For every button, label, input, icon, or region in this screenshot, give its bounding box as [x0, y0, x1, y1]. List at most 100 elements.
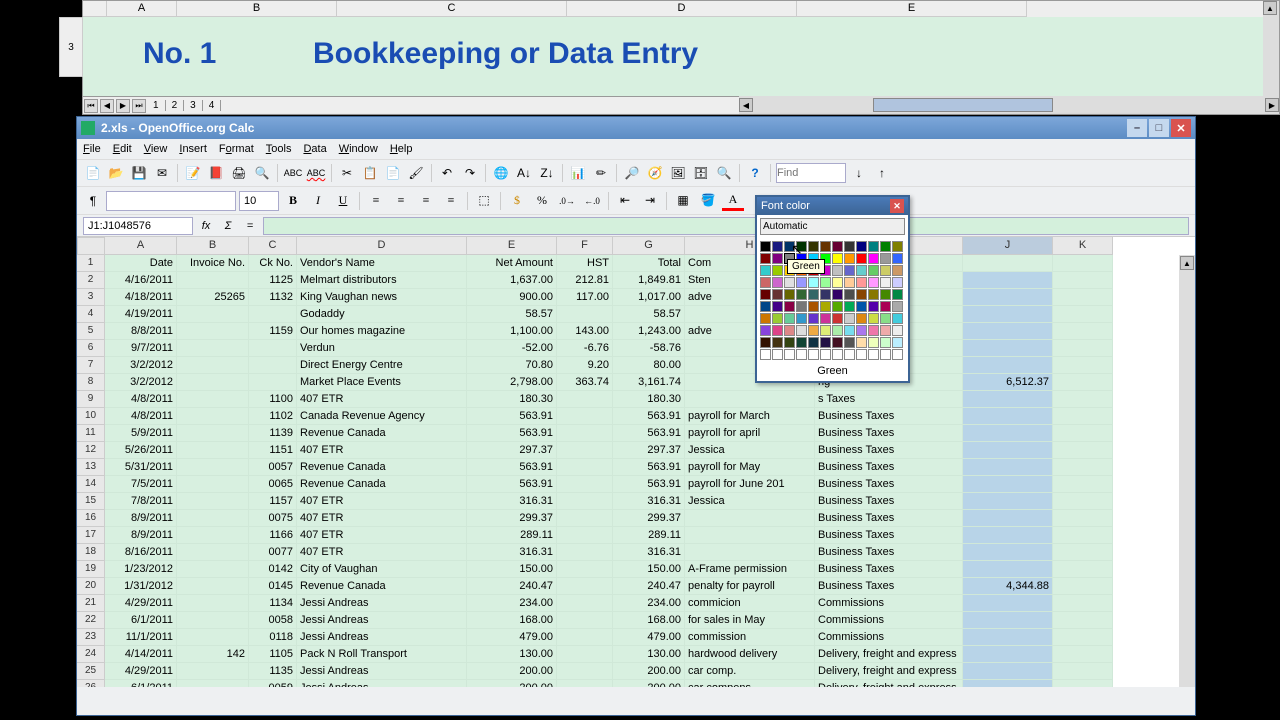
cell[interactable]: 0065: [249, 476, 297, 493]
color-swatch[interactable]: [892, 253, 903, 264]
color-swatch[interactable]: [880, 301, 891, 312]
color-swatch[interactable]: [832, 277, 843, 288]
cell[interactable]: [557, 527, 613, 544]
spellcheck-icon[interactable]: ABC: [283, 163, 303, 183]
cell[interactable]: [1053, 357, 1113, 374]
cell[interactable]: [1053, 476, 1113, 493]
cell[interactable]: 1,637.00: [467, 272, 557, 289]
sum-icon[interactable]: Σ: [219, 217, 237, 235]
color-swatch[interactable]: [796, 325, 807, 336]
row-header-9[interactable]: 9: [77, 391, 105, 408]
cell[interactable]: [963, 680, 1053, 687]
cell[interactable]: 289.11: [467, 527, 557, 544]
cell[interactable]: Jessi Andreas: [297, 595, 467, 612]
cell[interactable]: [963, 272, 1053, 289]
cell[interactable]: Business Taxes: [815, 493, 963, 510]
cell[interactable]: 11/1/2011: [105, 629, 177, 646]
cell[interactable]: 407 ETR: [297, 544, 467, 561]
color-swatch[interactable]: [772, 265, 783, 276]
cell[interactable]: 299.37: [467, 510, 557, 527]
cell[interactable]: 2,798.00: [467, 374, 557, 391]
styles-icon[interactable]: ¶: [83, 191, 103, 211]
print-preview-icon[interactable]: 🔍: [252, 163, 272, 183]
tab-nav-next-icon[interactable]: ▶: [116, 99, 130, 113]
color-swatch[interactable]: [796, 313, 807, 324]
cell[interactable]: [557, 544, 613, 561]
color-swatch[interactable]: [832, 313, 843, 324]
cell[interactable]: Revenue Canada: [297, 476, 467, 493]
header-cell[interactable]: [963, 255, 1053, 272]
column-header-A[interactable]: A: [105, 237, 177, 255]
cell[interactable]: 168.00: [613, 612, 685, 629]
color-swatch[interactable]: [880, 241, 891, 252]
cell[interactable]: [1053, 323, 1113, 340]
row-header-15[interactable]: 15: [77, 493, 105, 510]
cell[interactable]: [685, 527, 815, 544]
header-cell[interactable]: HST: [557, 255, 613, 272]
align-left-icon[interactable]: ≡: [365, 191, 387, 211]
cell[interactable]: [1053, 493, 1113, 510]
cell[interactable]: Commissions: [815, 629, 963, 646]
cell[interactable]: 9/7/2011: [105, 340, 177, 357]
align-center-icon[interactable]: ≡: [390, 191, 412, 211]
color-swatch[interactable]: [808, 337, 819, 348]
color-picker-titlebar[interactable]: Font color ✕: [757, 197, 908, 215]
cell[interactable]: 1134: [249, 595, 297, 612]
cell[interactable]: 563.91: [467, 476, 557, 493]
cell[interactable]: Market Place Events: [297, 374, 467, 391]
equals-icon[interactable]: =: [241, 217, 259, 235]
cell[interactable]: [1053, 612, 1113, 629]
cell[interactable]: 0058: [249, 612, 297, 629]
font-name-combo[interactable]: [106, 191, 236, 211]
cell[interactable]: [963, 391, 1053, 408]
cell[interactable]: Revenue Canada: [297, 425, 467, 442]
cell[interactable]: [685, 544, 815, 561]
color-swatch[interactable]: [808, 349, 819, 360]
menu-insert[interactable]: Insert: [179, 143, 207, 155]
color-swatch[interactable]: [856, 349, 867, 360]
cell[interactable]: [177, 578, 249, 595]
color-swatch[interactable]: [856, 301, 867, 312]
cell[interactable]: 407 ETR: [297, 527, 467, 544]
name-box[interactable]: [83, 217, 193, 235]
cell[interactable]: [963, 663, 1053, 680]
cell[interactable]: 4/19/2011: [105, 306, 177, 323]
find-replace-icon[interactable]: 🔎: [622, 163, 642, 183]
cell[interactable]: Jessi Andreas: [297, 680, 467, 687]
cell[interactable]: 7/5/2011: [105, 476, 177, 493]
header-cell[interactable]: Date: [105, 255, 177, 272]
color-swatch[interactable]: [892, 349, 903, 360]
header-cell[interactable]: Net Amount: [467, 255, 557, 272]
row-header-8[interactable]: 8: [77, 374, 105, 391]
italic-button[interactable]: I: [307, 191, 329, 211]
color-swatch[interactable]: [772, 349, 783, 360]
cell[interactable]: [963, 493, 1053, 510]
color-swatch[interactable]: [832, 253, 843, 264]
cell[interactable]: [557, 629, 613, 646]
color-swatch[interactable]: [808, 289, 819, 300]
cell[interactable]: 234.00: [613, 595, 685, 612]
cell[interactable]: [1053, 629, 1113, 646]
cell[interactable]: Jessi Andreas: [297, 629, 467, 646]
cell[interactable]: [963, 527, 1053, 544]
color-swatch[interactable]: [760, 277, 771, 288]
color-swatch[interactable]: [808, 241, 819, 252]
color-swatch[interactable]: [892, 337, 903, 348]
function-wizard-icon[interactable]: fx: [197, 217, 215, 235]
column-header-K[interactable]: K: [1053, 237, 1113, 255]
gallery-icon[interactable]: 🖼: [668, 163, 688, 183]
cell[interactable]: [557, 391, 613, 408]
color-swatch[interactable]: [832, 337, 843, 348]
cell[interactable]: 240.47: [467, 578, 557, 595]
cell[interactable]: [557, 561, 613, 578]
column-header-G[interactable]: G: [613, 237, 685, 255]
cell[interactable]: 58.57: [613, 306, 685, 323]
color-swatch[interactable]: [856, 325, 867, 336]
cell[interactable]: [177, 680, 249, 687]
cell[interactable]: Business Taxes: [815, 510, 963, 527]
color-swatch[interactable]: [808, 301, 819, 312]
cell[interactable]: [963, 544, 1053, 561]
cell[interactable]: [177, 374, 249, 391]
cell[interactable]: 4,344.88: [963, 578, 1053, 595]
menu-help[interactable]: Help: [390, 143, 413, 155]
